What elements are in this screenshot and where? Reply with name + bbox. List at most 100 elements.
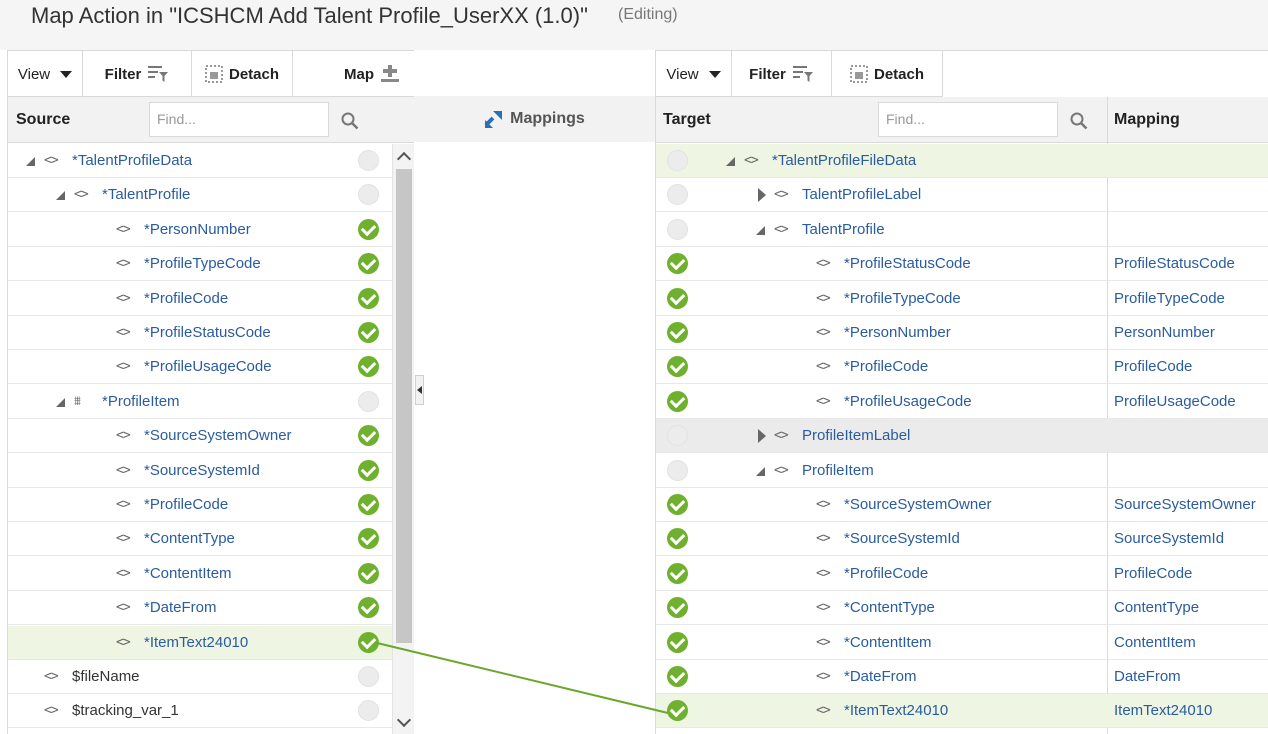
- search-icon[interactable]: [341, 112, 359, 130]
- source-row-label: *ProfileUsageCode: [144, 358, 272, 376]
- target-row[interactable]: <> *SourceSystemOwner SourceSystemOwner: [656, 488, 1268, 522]
- target-row[interactable]: <> *PersonNumber PersonNumber: [656, 316, 1268, 350]
- mapping-value[interactable]: ProfileStatusCode: [1114, 255, 1235, 272]
- filter-icon: [148, 66, 169, 82]
- element-tag-icon: <>: [774, 187, 789, 203]
- source-row-label: *ProfileCode: [144, 289, 229, 307]
- source-scrollbar[interactable]: [392, 144, 414, 734]
- target-row[interactable]: <> *ProfileCode ProfileCode: [656, 557, 1268, 591]
- target-row[interactable]: <> *ProfileUsageCode ProfileUsageCode: [656, 385, 1268, 419]
- target-row[interactable]: <> TalentProfileLabel: [656, 178, 1268, 213]
- target-row[interactable]: <> *ProfileCode ProfileCode: [656, 350, 1268, 385]
- target-row-label: ProfileItem: [802, 461, 874, 479]
- collapse-panel-handle[interactable]: [415, 375, 424, 405]
- source-row[interactable]: <> *TalentProfileData: [8, 144, 392, 178]
- source-row[interactable]: <> *ProfileTypeCode: [8, 247, 392, 282]
- target-view-menu[interactable]: View: [656, 51, 732, 97]
- map-button[interactable]: Map: [293, 51, 414, 97]
- target-row[interactable]: <> *SourceSystemId SourceSystemId: [656, 522, 1268, 557]
- source-row[interactable]: <> $fileName: [8, 660, 392, 694]
- target-row[interactable]: <> *ProfileTypeCode ProfileTypeCode: [656, 282, 1268, 316]
- mapped-check-icon: [358, 459, 379, 481]
- source-row[interactable]: <> *ItemText24010: [8, 625, 392, 660]
- source-row[interactable]: <> *ContentType: [8, 522, 392, 557]
- source-toolbar: View Filter Detach Map: [8, 51, 414, 97]
- chevron-down-icon: [708, 70, 721, 78]
- target-find-input[interactable]: Find...: [878, 102, 1058, 137]
- collapse-icon[interactable]: [756, 225, 765, 235]
- target-row[interactable]: <> *ItemText24010 ItemText24010: [656, 694, 1268, 729]
- source-row[interactable]: <> *SourceSystemId: [8, 454, 392, 488]
- target-view-label: View: [666, 65, 699, 83]
- mapping-value[interactable]: DateFrom: [1114, 668, 1181, 685]
- source-row[interactable]: <> *ContentItem: [8, 557, 392, 591]
- target-row[interactable]: <> ProfileItemLabel: [656, 419, 1268, 454]
- mapping-value[interactable]: ProfileCode: [1114, 565, 1192, 582]
- element-tag-icon: <>: [744, 153, 759, 168]
- mapping-value[interactable]: ContentType: [1114, 599, 1199, 616]
- source-row[interactable]: ⩩ *ProfileItem: [8, 385, 392, 419]
- mapping-value[interactable]: SourceSystemOwner: [1114, 496, 1256, 513]
- target-row-label: ProfileItemLabel: [802, 427, 911, 445]
- mapped-check-icon: [667, 390, 688, 412]
- source-row[interactable]: <> *ProfileUsageCode: [8, 350, 392, 385]
- unmapped-status-icon: [358, 184, 379, 206]
- source-filter-button[interactable]: Filter: [83, 51, 192, 97]
- target-row-label: *ContentItem: [844, 633, 932, 651]
- target-row[interactable]: <> ProfileItem: [656, 454, 1268, 488]
- target-row[interactable]: <> *ContentItem ContentItem: [656, 626, 1268, 660]
- target-row[interactable]: <> *DateFrom DateFrom: [656, 660, 1268, 694]
- source-find-input[interactable]: Find...: [149, 102, 329, 137]
- source-row[interactable]: <> *DateFrom: [8, 591, 392, 626]
- element-tag-icon: <>: [74, 187, 89, 203]
- scroll-up-icon[interactable]: [396, 151, 412, 167]
- source-row[interactable]: <> *SourceSystemOwner: [8, 419, 392, 454]
- mapping-value[interactable]: SourceSystemId: [1114, 530, 1224, 547]
- target-row[interactable]: <> *ContentType ContentType: [656, 591, 1268, 626]
- target-row[interactable]: <> TalentProfile: [656, 213, 1268, 247]
- collapse-icon[interactable]: [726, 157, 735, 166]
- source-row[interactable]: <> *TalentProfile: [8, 178, 392, 213]
- source-row[interactable]: <> *ProfileCode: [8, 282, 392, 316]
- scroll-thumb[interactable]: [396, 169, 412, 643]
- expand-icon[interactable]: [758, 188, 766, 203]
- source-detach-button[interactable]: Detach: [192, 51, 293, 97]
- element-tag-icon: <>: [774, 221, 789, 237]
- collapse-icon[interactable]: [756, 466, 765, 476]
- expand-icon[interactable]: [758, 429, 766, 444]
- target-row[interactable]: <> *TalentProfileFileData: [656, 144, 1268, 178]
- mappings-panel: Mappings: [414, 50, 655, 734]
- mapping-value[interactable]: ProfileUsageCode: [1114, 393, 1236, 410]
- unmapped-status-icon: [358, 666, 379, 687]
- collapse-icon[interactable]: [26, 157, 35, 166]
- editing-status: (Editing): [618, 6, 678, 23]
- target-row[interactable]: <> *ProfileStatusCode ProfileStatusCode: [656, 247, 1268, 282]
- mapping-value[interactable]: ItemText24010: [1114, 702, 1212, 719]
- mapped-check-icon: [667, 287, 688, 309]
- source-row[interactable]: <> *PersonNumber: [8, 213, 392, 247]
- source-view-menu[interactable]: View: [8, 51, 83, 97]
- mapping-value[interactable]: ContentItem: [1114, 634, 1196, 651]
- unmapped-status-icon: [358, 390, 379, 412]
- mapped-check-icon: [667, 597, 688, 619]
- mapping-value[interactable]: PersonNumber: [1114, 324, 1215, 341]
- element-tag-icon: <>: [116, 497, 131, 512]
- source-row-label: *ContentItem: [144, 564, 232, 582]
- mapping-value[interactable]: ProfileTypeCode: [1114, 290, 1225, 307]
- target-detach-button[interactable]: Detach: [832, 51, 943, 97]
- mapping-value[interactable]: ProfileCode: [1114, 358, 1192, 375]
- scroll-down-icon[interactable]: [396, 712, 412, 728]
- element-tag-icon: <>: [44, 703, 59, 719]
- collapse-icon[interactable]: [56, 397, 65, 407]
- source-row[interactable]: <> *ProfileStatusCode: [8, 316, 392, 350]
- target-row-label: *ItemText24010: [844, 702, 949, 720]
- source-view-label: View: [17, 65, 51, 83]
- target-column-label: Target: [663, 111, 711, 128]
- element-tag-icon: <>: [816, 703, 831, 719]
- source-row[interactable]: <> $tracking_var_1: [8, 694, 392, 729]
- element-tag-icon: <>: [816, 325, 831, 340]
- target-filter-button[interactable]: Filter: [732, 51, 832, 97]
- source-row[interactable]: <> *ProfileCode: [8, 488, 392, 522]
- collapse-icon[interactable]: [56, 191, 65, 201]
- search-icon[interactable]: [1070, 112, 1088, 130]
